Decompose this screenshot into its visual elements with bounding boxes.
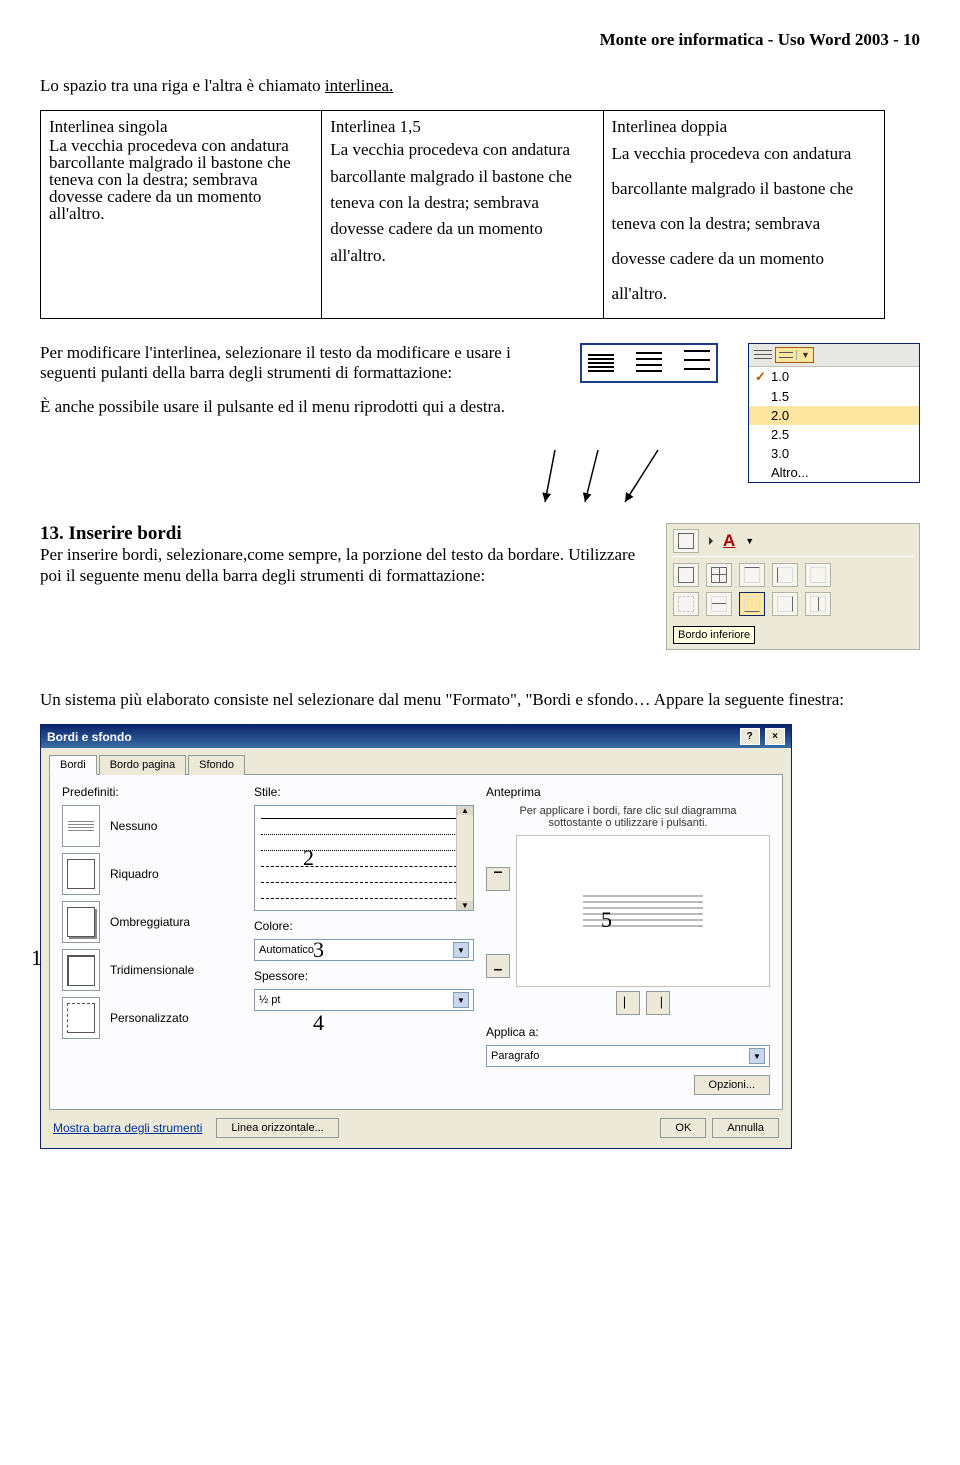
intro-a: Lo spazio tra una riga e l'altra è chiam… [40, 76, 325, 95]
weight-combo[interactable]: ½ pt ▼ [254, 989, 474, 1011]
tab-sfondo[interactable]: Sfondo [188, 755, 245, 775]
edge-bottom-button[interactable]: ▁ [486, 954, 510, 978]
ls-other-lbl: Altro... [771, 465, 809, 480]
edge-top-button[interactable]: ▔ [486, 867, 510, 891]
dropdown-icon: ▼ [749, 1048, 765, 1064]
ls-2-lbl: 2.0 [771, 408, 789, 423]
scroll-up-icon[interactable]: ▲ [457, 806, 473, 815]
preset-3d-lbl: Tridimensionale [110, 963, 194, 977]
intro-term: interlinea. [325, 76, 393, 95]
callout-1: 1 [31, 945, 42, 971]
ls-15-lbl: 1.5 [771, 389, 789, 404]
edge-right-button[interactable]: ▕ [646, 991, 670, 1015]
preset-nessuno-lbl: Nessuno [110, 819, 157, 833]
preview-label: Anteprima [486, 785, 770, 799]
apply-value: Paragrafo [491, 1050, 539, 1062]
ok-button[interactable]: OK [660, 1118, 706, 1138]
cancel-button[interactable]: Annulla [712, 1118, 779, 1138]
ls-25-lbl: 2.5 [771, 427, 789, 442]
ls-1-lbl: 1.0 [771, 369, 789, 384]
style-listbox[interactable]: ▲▼ [254, 805, 474, 911]
dropdown-icon: ▼ [453, 942, 469, 958]
ls-15[interactable]: 1.5 [749, 387, 919, 406]
callout-3: 3 [313, 937, 324, 963]
hr-button[interactable]: Linea orizzontale... [216, 1118, 338, 1138]
style-label: Stile: [254, 785, 474, 799]
show-toolbar-link[interactable]: Mostra barra degli strumenti [53, 1121, 202, 1135]
edge-left-button[interactable]: ▏ [616, 991, 640, 1015]
color-label: Colore: [254, 919, 474, 933]
help-button[interactable]: ? [740, 728, 760, 745]
ls-25[interactable]: 2.5 [749, 425, 919, 444]
preset-custom-lbl: Personalizzato [110, 1011, 189, 1025]
apply-combo[interactable]: Paragrafo ▼ [486, 1045, 770, 1067]
color-value: Automatico [259, 944, 314, 956]
border-tooltip: Bordo inferiore [673, 626, 755, 644]
dialog-tabs: Bordi Bordo pagina Sfondo [41, 748, 791, 774]
ls-1[interactable]: ✓1.0 [749, 367, 919, 387]
scroll-down-icon[interactable]: ▼ [457, 901, 473, 910]
page-header: Monte ore informatica - Uso Word 2003 - … [40, 30, 920, 50]
close-button[interactable]: × [765, 728, 785, 745]
weight-value: ½ pt [259, 994, 280, 1006]
preset-3d[interactable]: Tridimensionale [62, 949, 242, 991]
ls-3[interactable]: 3.0 [749, 444, 919, 463]
preset-riquadro[interactable]: Riquadro [62, 853, 242, 895]
tab-bordi[interactable]: Bordi [49, 755, 97, 775]
callout-2: 2 [303, 845, 314, 871]
intro-text: Lo spazio tra una riga e l'altra è chiam… [40, 76, 920, 96]
borders-dialog: Bordi e sfondo ? × Bordi Bordo pagina Sf… [40, 724, 792, 1149]
ls-2[interactable]: 2.0 [749, 406, 919, 425]
color-combo[interactable]: Automatico ▼ [254, 939, 474, 961]
callout-5: 5 [601, 907, 612, 933]
tab-bordo-pagina[interactable]: Bordo pagina [99, 755, 186, 775]
options-button[interactable]: Opzioni... [694, 1075, 770, 1095]
preview-diagram[interactable] [516, 835, 770, 987]
ls-other[interactable]: Altro... [749, 463, 919, 482]
predef-label: Predefiniti: [62, 785, 242, 799]
callout-4: 4 [313, 1010, 324, 1036]
dialog-title: Bordi e sfondo [47, 730, 132, 744]
ls-3-lbl: 3.0 [771, 446, 789, 461]
dropdown-icon: ▼ [453, 992, 469, 1008]
preview-hint: Per applicare i bordi, fare clic sul dia… [486, 805, 770, 829]
apply-label: Applica a: [486, 1025, 770, 1039]
para-elaborate: Un sistema più elaborato consiste nel se… [40, 690, 920, 710]
preset-nessuno[interactable]: Nessuno [62, 805, 242, 847]
weight-label: Spessore: [254, 969, 474, 983]
preset-custom[interactable]: Personalizzato [62, 997, 242, 1039]
preset-riquadro-lbl: Riquadro [110, 867, 159, 881]
dialog-titlebar: Bordi e sfondo ? × [41, 725, 791, 748]
preset-ombra[interactable]: Ombreggiatura [62, 901, 242, 943]
preset-ombra-lbl: Ombreggiatura [110, 915, 190, 929]
